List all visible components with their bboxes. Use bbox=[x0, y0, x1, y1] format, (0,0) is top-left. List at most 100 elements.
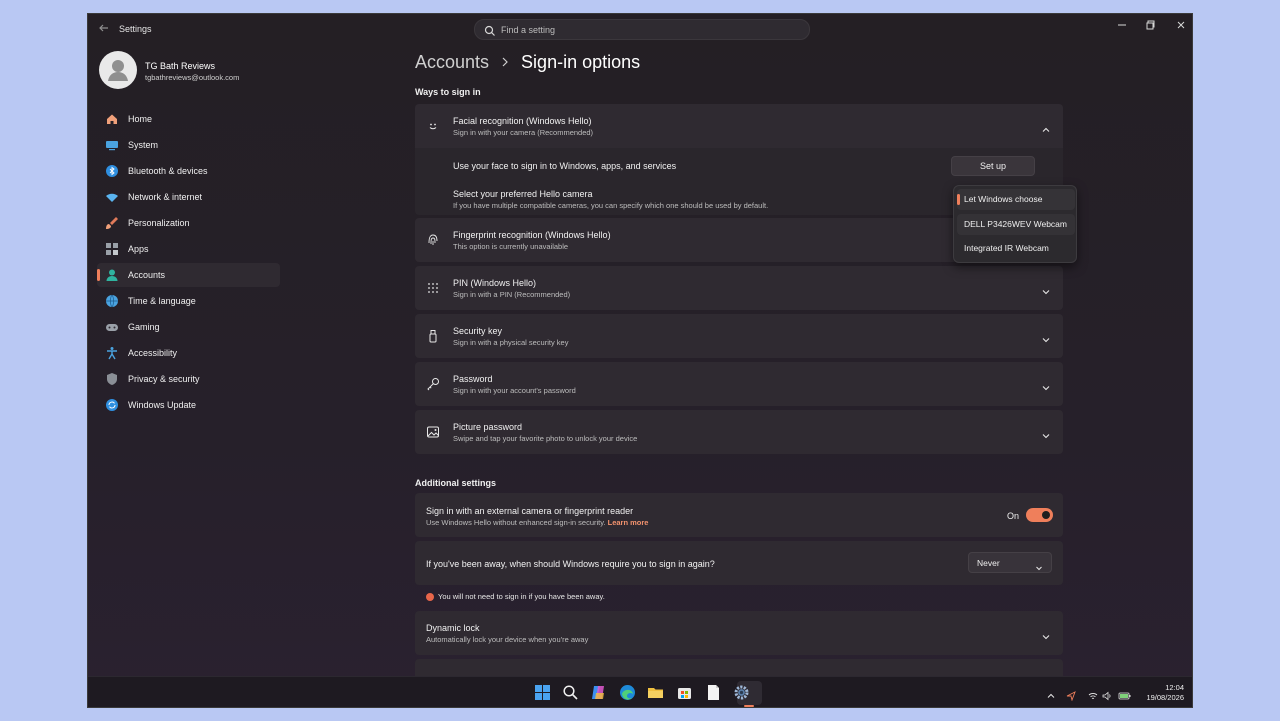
gamepad-icon bbox=[105, 320, 119, 334]
chevron-down-icon[interactable] bbox=[1041, 629, 1051, 640]
title-bar: Settings Find a setting bbox=[88, 14, 1192, 46]
search-icon[interactable] bbox=[562, 684, 579, 701]
sidebar-item-accessibility[interactable]: Accessibility bbox=[97, 341, 280, 365]
minimize-button[interactable] bbox=[1108, 18, 1136, 38]
copilot-icon[interactable] bbox=[590, 684, 607, 701]
facial-recognition-title: Facial recognition (Windows Hello) bbox=[453, 116, 592, 126]
battery-icon[interactable] bbox=[1118, 688, 1132, 700]
preferred-camera-subtitle: If you have multiple compatible cameras,… bbox=[453, 201, 769, 210]
globe-icon bbox=[105, 294, 119, 308]
maximize-button[interactable] bbox=[1137, 18, 1165, 38]
sidebar-item-privacy-security[interactable]: Privacy & security bbox=[97, 367, 280, 391]
wifi-icon[interactable] bbox=[1088, 688, 1098, 699]
picture-password-card[interactable]: Picture password Swipe and tap your favo… bbox=[415, 410, 1063, 454]
camera-option[interactable]: DELL P3426WEV Webcam bbox=[957, 214, 1075, 235]
chevron-up-icon[interactable] bbox=[1046, 688, 1056, 698]
settings-icon[interactable] bbox=[733, 684, 750, 701]
sidebar-item-accounts[interactable]: Accounts bbox=[97, 263, 280, 287]
pin-card[interactable]: PIN (Windows Hello) Sign in with a PIN (… bbox=[415, 266, 1063, 310]
sidebar-item-label: Accounts bbox=[128, 270, 166, 280]
avatar[interactable] bbox=[99, 51, 137, 89]
fingerprint-icon bbox=[426, 233, 440, 247]
away-info: You will not need to sign in if you have… bbox=[426, 592, 605, 601]
sidebar-item-label: Network & internet bbox=[128, 192, 203, 202]
preferred-camera-title: Select your preferred Hello camera bbox=[453, 189, 593, 199]
picture-password-subtitle: Swipe and tap your favorite photo to unl… bbox=[453, 434, 638, 443]
picture-password-title: Picture password bbox=[453, 422, 523, 432]
file-explorer-icon[interactable] bbox=[647, 684, 664, 701]
password-card[interactable]: Password Sign in with your account's pas… bbox=[415, 362, 1063, 406]
setup-button[interactable]: Set up bbox=[951, 156, 1035, 176]
sidebar-item-label: Bluetooth & devices bbox=[128, 166, 208, 176]
sidebar-item-network[interactable]: Network & internet bbox=[97, 185, 280, 209]
sidebar-item-label: System bbox=[128, 140, 159, 150]
chevron-up-icon[interactable] bbox=[1041, 122, 1051, 132]
search-icon bbox=[484, 24, 496, 36]
breadcrumb-parent[interactable]: Accounts bbox=[415, 52, 489, 73]
bluetooth-icon bbox=[105, 164, 119, 178]
ways-to-sign-in-heading: Ways to sign in bbox=[415, 87, 481, 97]
store-icon[interactable] bbox=[676, 684, 693, 701]
sidebar-item-personalization[interactable]: Personalization bbox=[97, 211, 280, 235]
edge-icon[interactable] bbox=[619, 684, 636, 701]
chevron-right-icon bbox=[501, 56, 509, 70]
key-icon bbox=[426, 377, 440, 391]
chevron-down-icon[interactable] bbox=[1041, 428, 1051, 439]
chevron-down-icon[interactable] bbox=[1041, 380, 1051, 391]
page-title: Sign-in options bbox=[521, 52, 641, 72]
away-info-text: You will not need to sign in if you have… bbox=[438, 592, 605, 601]
shield-icon bbox=[105, 372, 119, 386]
camera-option[interactable]: Let Windows choose bbox=[957, 189, 1075, 210]
sidebar-item-windows-update[interactable]: Windows Update bbox=[97, 393, 280, 417]
start-icon[interactable] bbox=[534, 684, 551, 701]
dynamic-lock-card[interactable]: Dynamic lock Automatically lock your dev… bbox=[415, 611, 1063, 655]
sidebar-item-time-language[interactable]: Time & language bbox=[97, 289, 280, 313]
facial-recognition-card[interactable]: Facial recognition (Windows Hello) Sign … bbox=[415, 104, 1063, 148]
camera-dropdown: Let Windows choose DELL P3426WEV Webcam … bbox=[953, 185, 1077, 263]
away-select[interactable]: Never bbox=[968, 552, 1052, 573]
sidebar-item-label: Personalization bbox=[128, 218, 190, 228]
pin-subtitle: Sign in with a PIN (Recommended) bbox=[453, 290, 571, 299]
security-key-card[interactable]: Security key Sign in with a physical sec… bbox=[415, 314, 1063, 358]
facial-recognition-subtitle: Sign in with your camera (Recommended) bbox=[453, 128, 594, 137]
sidebar-item-bluetooth[interactable]: Bluetooth & devices bbox=[97, 159, 280, 183]
profile-email: tgbathreviews@outlook.com bbox=[145, 73, 240, 82]
accessibility-icon bbox=[105, 346, 119, 360]
sidebar-nav: Home System Bluetooth & devices Network … bbox=[97, 107, 280, 419]
chevron-down-icon[interactable] bbox=[1041, 284, 1051, 295]
pin-title: PIN (Windows Hello) bbox=[453, 278, 537, 288]
wifi-icon bbox=[105, 190, 119, 204]
notepad-icon[interactable] bbox=[705, 684, 722, 701]
chevron-down-icon[interactable] bbox=[1041, 332, 1051, 343]
back-arrow-icon[interactable] bbox=[98, 22, 114, 38]
sidebar-item-gaming[interactable]: Gaming bbox=[97, 315, 280, 339]
password-title: Password bbox=[453, 374, 493, 384]
sidebar-item-label: Time & language bbox=[128, 296, 196, 306]
security-key-subtitle: Sign in with a physical security key bbox=[453, 338, 569, 347]
sidebar-item-system[interactable]: System bbox=[97, 133, 280, 157]
sidebar-item-label: Home bbox=[128, 114, 153, 124]
sidebar-item-home[interactable]: Home bbox=[97, 107, 280, 131]
accounts-icon bbox=[105, 268, 119, 282]
security-key-title: Security key bbox=[453, 326, 503, 336]
external-camera-toggle[interactable] bbox=[1026, 508, 1053, 522]
sidebar-item-apps[interactable]: Apps bbox=[97, 237, 280, 261]
taskbar: 12:04 19/08/2026 bbox=[88, 676, 1192, 707]
volume-icon[interactable] bbox=[1102, 688, 1112, 701]
close-button[interactable] bbox=[1167, 18, 1192, 38]
clock-date: 19/08/2026 bbox=[1146, 693, 1184, 702]
fingerprint-title: Fingerprint recognition (Windows Hello) bbox=[453, 230, 611, 240]
sidebar-item-label: Privacy & security bbox=[128, 374, 200, 384]
sidebar-item-label: Gaming bbox=[128, 322, 160, 332]
external-camera-card: Sign in with an external camera or finge… bbox=[415, 493, 1063, 537]
clock[interactable]: 12:04 19/08/2026 bbox=[1146, 683, 1184, 703]
location-icon[interactable] bbox=[1066, 688, 1076, 702]
profile-name: TG Bath Reviews bbox=[145, 61, 216, 71]
learn-more-link[interactable]: Learn more bbox=[608, 518, 649, 527]
search-placeholder: Find a setting bbox=[501, 25, 556, 35]
toggle-knob bbox=[1042, 511, 1050, 519]
away-sign-in-card: If you've been away, when should Windows… bbox=[415, 541, 1063, 585]
dynamic-lock-title: Dynamic lock bbox=[426, 623, 480, 633]
camera-option[interactable]: Integrated IR Webcam bbox=[957, 238, 1075, 259]
search-box[interactable]: Find a setting bbox=[474, 19, 810, 40]
